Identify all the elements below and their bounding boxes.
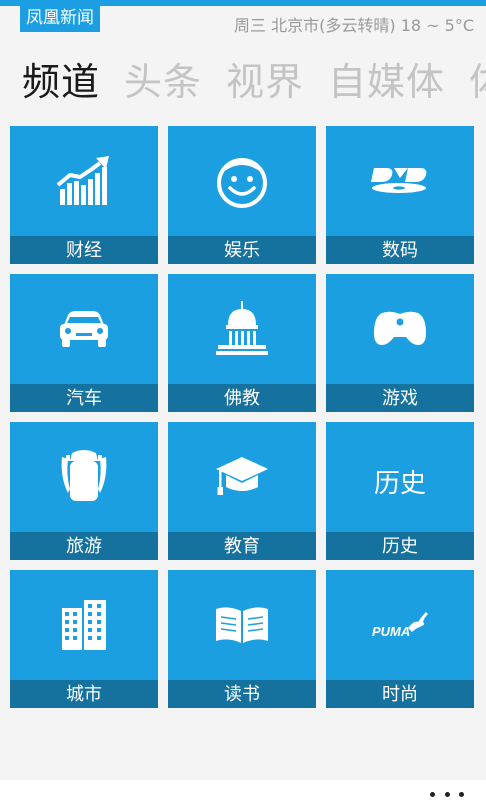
tile-label: 数码 xyxy=(326,236,474,264)
app-title: 凤凰新闻 xyxy=(20,4,100,32)
tile-label: 汽车 xyxy=(10,384,158,412)
tile-city[interactable]: 城市 xyxy=(10,570,158,708)
tile-label: 财经 xyxy=(10,236,158,264)
tile-buddhism[interactable]: 佛教 xyxy=(168,274,316,412)
pivot-tab-sports[interactable]: 体 xyxy=(469,52,486,112)
graduation-cap-icon xyxy=(168,422,316,532)
buildings-icon xyxy=(10,570,158,680)
tile-label: 历史 xyxy=(326,532,474,560)
tile-travel[interactable]: 旅游 xyxy=(10,422,158,560)
tile-label: 游戏 xyxy=(326,384,474,412)
puma-logo-text: PUMA xyxy=(372,624,410,639)
channel-grid: 财经 娱乐 数码 汽车 佛教 游戏 旅游 教育 历史 历史 城市 读书 PUMA… xyxy=(10,126,474,708)
car-icon xyxy=(10,274,158,384)
tile-history[interactable]: 历史 历史 xyxy=(326,422,474,560)
tile-digital[interactable]: 数码 xyxy=(326,126,474,264)
gamepad-icon xyxy=(326,274,474,384)
pivot-tab-channels[interactable]: 频道 xyxy=(22,52,100,112)
pivot-tab-headlines[interactable]: 头条 xyxy=(124,52,202,112)
history-icon-text: 历史 xyxy=(373,468,426,499)
puma-logo-icon: PUMA xyxy=(326,570,474,680)
tile-label: 城市 xyxy=(10,680,158,708)
tile-finance[interactable]: 财经 xyxy=(10,126,158,264)
smiley-halo-icon xyxy=(168,126,316,236)
tile-label: 教育 xyxy=(168,532,316,560)
weather-status: 周三 北京市(多云转晴) 18 ~ 5°C xyxy=(234,16,474,35)
tile-entertainment[interactable]: 娱乐 xyxy=(168,126,316,264)
app-bar xyxy=(0,780,486,810)
tile-auto[interactable]: 汽车 xyxy=(10,274,158,412)
pivot-tab-we-media[interactable]: 自媒体 xyxy=(328,52,445,112)
backpack-icon xyxy=(10,422,158,532)
tile-fashion[interactable]: PUMA 时尚 xyxy=(326,570,474,708)
tile-label: 读书 xyxy=(168,680,316,708)
capitol-building-icon xyxy=(168,274,316,384)
history-text-icon: 历史 xyxy=(326,422,474,532)
tile-label: 佛教 xyxy=(168,384,316,412)
growth-chart-icon xyxy=(10,126,158,236)
tile-reading[interactable]: 读书 xyxy=(168,570,316,708)
pivot-header: 频道 头条 视界 自媒体 体 xyxy=(22,52,486,112)
tile-label: 旅游 xyxy=(10,532,158,560)
tile-label: 时尚 xyxy=(326,680,474,708)
tile-label: 娱乐 xyxy=(168,236,316,264)
more-dots-icon[interactable] xyxy=(430,784,464,804)
tile-games[interactable]: 游戏 xyxy=(326,274,474,412)
open-book-icon xyxy=(168,570,316,680)
dvd-icon xyxy=(326,126,474,236)
pivot-tab-vision[interactable]: 视界 xyxy=(226,52,304,112)
tile-education[interactable]: 教育 xyxy=(168,422,316,560)
